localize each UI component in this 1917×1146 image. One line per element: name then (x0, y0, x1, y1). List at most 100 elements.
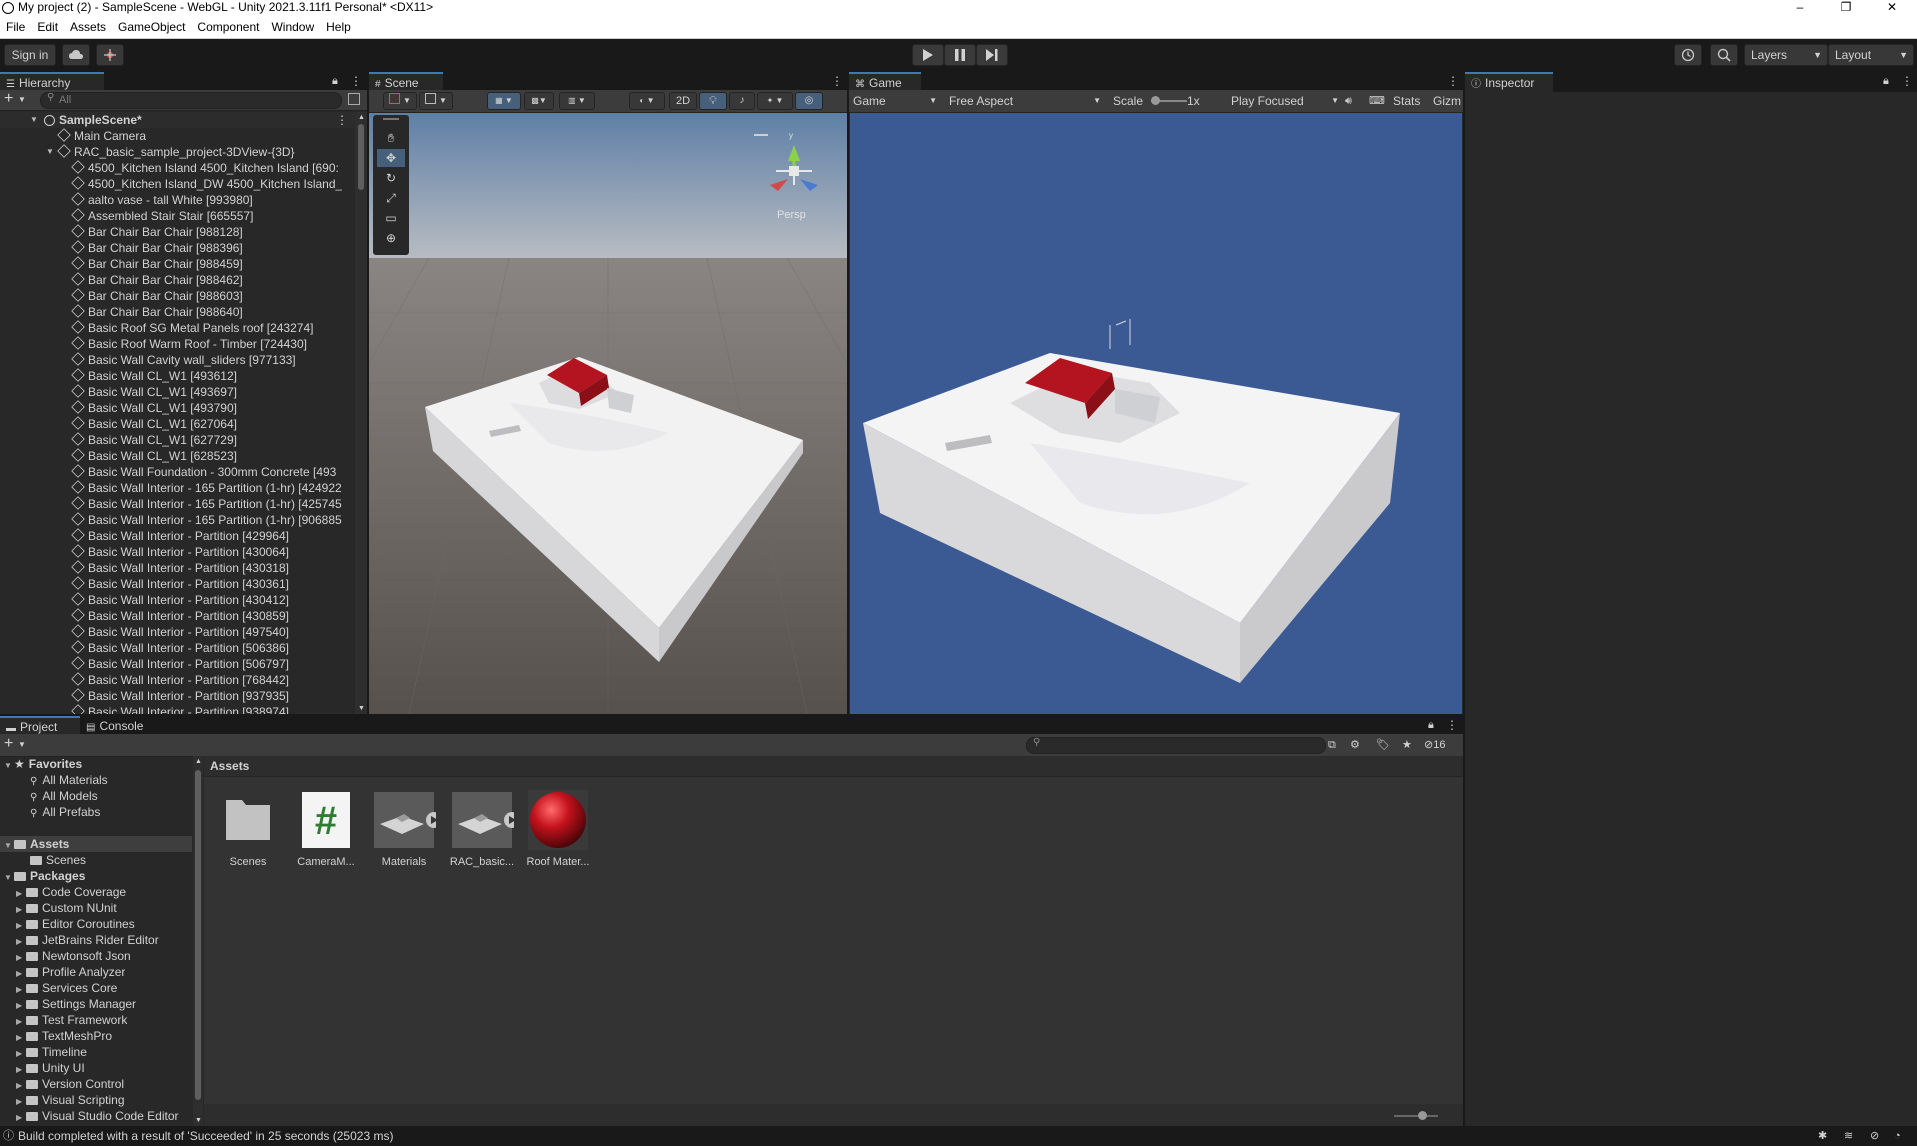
package-item[interactable]: ▶ Version Control (0, 1076, 124, 1092)
hierarchy-item[interactable]: Basic Roof SG Metal Panels roof [243274] (0, 320, 313, 336)
expand-arrow-icon[interactable]: ▼ (30, 112, 38, 128)
assets-root-row[interactable]: ▼ Assets (0, 836, 192, 852)
expand-arrow-icon[interactable]: ▶ (16, 982, 26, 996)
kebab-menu-icon[interactable]: ⋮ (1901, 74, 1913, 88)
hierarchy-item[interactable]: Basic Wall Foundation - 300mm Concrete [… (0, 464, 336, 480)
tab-scene[interactable]: # Scene (369, 72, 443, 92)
kebab-menu-icon[interactable]: ⋮ (1447, 74, 1459, 88)
scroll-down-icon[interactable]: ▼ (358, 705, 365, 712)
package-item[interactable]: ▶ Custom NUnit (0, 900, 117, 916)
scroll-down-icon[interactable]: ▼ (195, 1117, 202, 1124)
search-by-type-icon[interactable]: ⧉ (1328, 736, 1336, 754)
hierarchy-item[interactable]: Basic Wall Interior - Partition [938974] (0, 704, 289, 714)
package-item[interactable]: ▶ Services Core (0, 980, 117, 996)
lock-icon[interactable]: 🔒︎ (332, 75, 338, 88)
hierarchy-item[interactable]: Bar Chair Bar Chair [988128] (0, 224, 243, 240)
rotate-tool-icon[interactable]: ↻ (377, 169, 405, 187)
display-dropdown[interactable]: Game ▼ (853, 92, 939, 110)
tab-inspector[interactable]: ⓘ Inspector (1465, 72, 1553, 92)
scroll-thumb[interactable] (358, 124, 364, 190)
hierarchy-item[interactable]: Basic Wall Cavity wall_sliders [977133] (0, 352, 296, 368)
asset-item-materials[interactable]: Materials (372, 788, 442, 878)
scene-viewport[interactable]: Persp y ✋︎ ✥ ↻ ⤢ ▭ ⊕ (369, 113, 847, 714)
menu-assets[interactable]: Assets (64, 16, 112, 38)
shading-mode-dropdown[interactable]: ◐ ▼ (629, 92, 665, 110)
hierarchy-item[interactable]: Basic Wall CL_W1 [493697] (0, 384, 237, 400)
transform-tool-icon[interactable]: ⊕ (377, 229, 405, 247)
icon-size-slider-thumb[interactable] (1418, 1111, 1427, 1120)
hierarchy-item[interactable]: Bar Chair Bar Chair [988640] (0, 304, 243, 320)
asset-item-rac-basic[interactable]: RAC_basic... (450, 788, 520, 878)
hierarchy-item[interactable]: aalto vase - tall White [993980] (0, 192, 253, 208)
play-mode-dropdown[interactable]: Play Focused ▼ (1231, 92, 1341, 110)
scale-tool-icon[interactable]: ⤢ (377, 189, 405, 207)
folder-tree-scrollbar[interactable]: ▲ ▼ (193, 756, 203, 1126)
drag-handle[interactable] (383, 118, 399, 120)
hierarchy-item[interactable]: Basic Wall Interior - Partition [430412] (0, 592, 289, 608)
render-mode-dropdown[interactable]: ▼ (419, 92, 453, 110)
keyboard-icon[interactable]: ⌨ (1369, 92, 1385, 110)
expand-arrow-icon[interactable]: ▶ (16, 1046, 26, 1060)
expand-arrow-icon[interactable]: ▶ (16, 1078, 26, 1092)
package-item[interactable]: ▶ Test Framework (0, 1012, 127, 1028)
asset-item-roof-material[interactable]: Roof Mater... (526, 788, 590, 878)
expand-arrow-icon[interactable]: ▶ (16, 1062, 26, 1076)
hierarchy-item[interactable]: Basic Wall Interior - 165 Partition (1-h… (0, 496, 342, 512)
stats-button[interactable]: Stats (1393, 92, 1420, 110)
progress-icon[interactable]: ≋ (1844, 1126, 1853, 1146)
hierarchy-item[interactable]: Basic Roof Warm Roof - Timber [724430] (0, 336, 307, 352)
audio-toggle[interactable]: ♪ (729, 92, 755, 110)
status-message[interactable]: Build completed with a result of 'Succee… (18, 1126, 393, 1146)
filter-icon[interactable]: ⚙ (1350, 736, 1360, 754)
package-item[interactable]: ▶ Visual Scripting (0, 1092, 125, 1108)
tab-console[interactable]: ▤ Console (80, 716, 164, 736)
hierarchy-item[interactable]: Bar Chair Bar Chair [988603] (0, 288, 243, 304)
menu-file[interactable]: File (0, 16, 31, 38)
expand-arrow-icon[interactable]: ▶ (16, 934, 26, 948)
play-button[interactable] (912, 44, 944, 66)
package-item[interactable]: ▶ Newtonsoft Json (0, 948, 131, 964)
expand-arrow-icon[interactable]: ▶ (16, 918, 26, 932)
draw-mode-dropdown[interactable]: ▼ (383, 92, 417, 110)
hierarchy-item[interactable]: Basic Wall Interior - Partition [430064] (0, 544, 289, 560)
grid-visibility-dropdown[interactable]: ▥ ▼ (559, 92, 595, 110)
asset-item-scenes[interactable]: Scenes (216, 788, 280, 878)
package-item[interactable]: ▶ Profile Analyzer (0, 964, 125, 980)
expand-arrow-icon[interactable]: ▶ (16, 1030, 26, 1044)
package-item[interactable]: ▶ TextMeshPro (0, 1028, 112, 1044)
package-item[interactable]: ▶ Visual Studio Code Editor (0, 1108, 179, 1124)
add-icon[interactable]: + (4, 734, 13, 754)
expand-arrow-icon[interactable]: ▶ (16, 1094, 26, 1108)
scene-root-row[interactable]: ▼ SampleScene* ⋮ (0, 112, 355, 128)
hierarchy-item[interactable]: 4500_Kitchen Island 4500_Kitchen Island … (0, 160, 339, 176)
grid-snap-dropdown[interactable]: ▦ ▼ (487, 92, 521, 110)
scroll-up-icon[interactable]: ▲ (195, 758, 202, 765)
label-tag-icon[interactable]: 🏷︎ (1376, 736, 1390, 754)
close-window-button[interactable]: ✕ (1872, 0, 1912, 16)
kebab-menu-icon[interactable]: ⋮ (350, 74, 362, 88)
expand-arrow-icon[interactable]: ▶ (16, 966, 26, 980)
expand-arrow-icon[interactable]: ▶ (16, 998, 26, 1012)
hierarchy-item[interactable]: Basic Wall Interior - Partition [430318] (0, 560, 289, 576)
kebab-menu-icon[interactable]: ⋮ (1446, 718, 1458, 732)
hierarchy-item[interactable]: Bar Chair Bar Chair [988459] (0, 256, 243, 272)
hierarchy-item[interactable]: Basic Wall Interior - Partition [768442] (0, 672, 289, 688)
folder-item-scenes[interactable]: Scenes (0, 852, 86, 868)
maximize-button[interactable]: ❐ (1826, 0, 1866, 16)
minimize-button[interactable]: – (1780, 0, 1820, 16)
icon-size-slider[interactable] (1394, 1111, 1438, 1120)
package-item[interactable]: ▶ Code Coverage (0, 884, 126, 900)
hierarchy-item[interactable]: Basic Wall Interior - Partition [430859] (0, 608, 289, 624)
scene-visibility-icon[interactable] (348, 93, 360, 105)
hierarchy-search-input[interactable]: ⚲ All (40, 92, 342, 109)
hierarchy-item[interactable]: Basic Wall Interior - Partition [506386] (0, 640, 289, 656)
lock-icon[interactable]: 🔒︎ (1428, 719, 1434, 732)
collab-button[interactable] (96, 44, 124, 66)
expand-arrow-icon[interactable]: ▶ (16, 1014, 26, 1028)
hierarchy-item[interactable]: Assembled Stair Stair [665557] (0, 208, 253, 224)
hierarchy-item[interactable]: 4500_Kitchen Island_DW 4500_Kitchen Isla… (0, 176, 342, 192)
package-item[interactable]: ▶ JetBrains Rider Editor (0, 932, 159, 948)
hierarchy-item[interactable]: ▼ RAC_basic_sample_project-3DView-{3D} (0, 144, 295, 160)
aspect-dropdown[interactable]: Free Aspect ▼ (949, 92, 1103, 110)
lock-icon[interactable]: 🔒︎ (1883, 75, 1889, 88)
